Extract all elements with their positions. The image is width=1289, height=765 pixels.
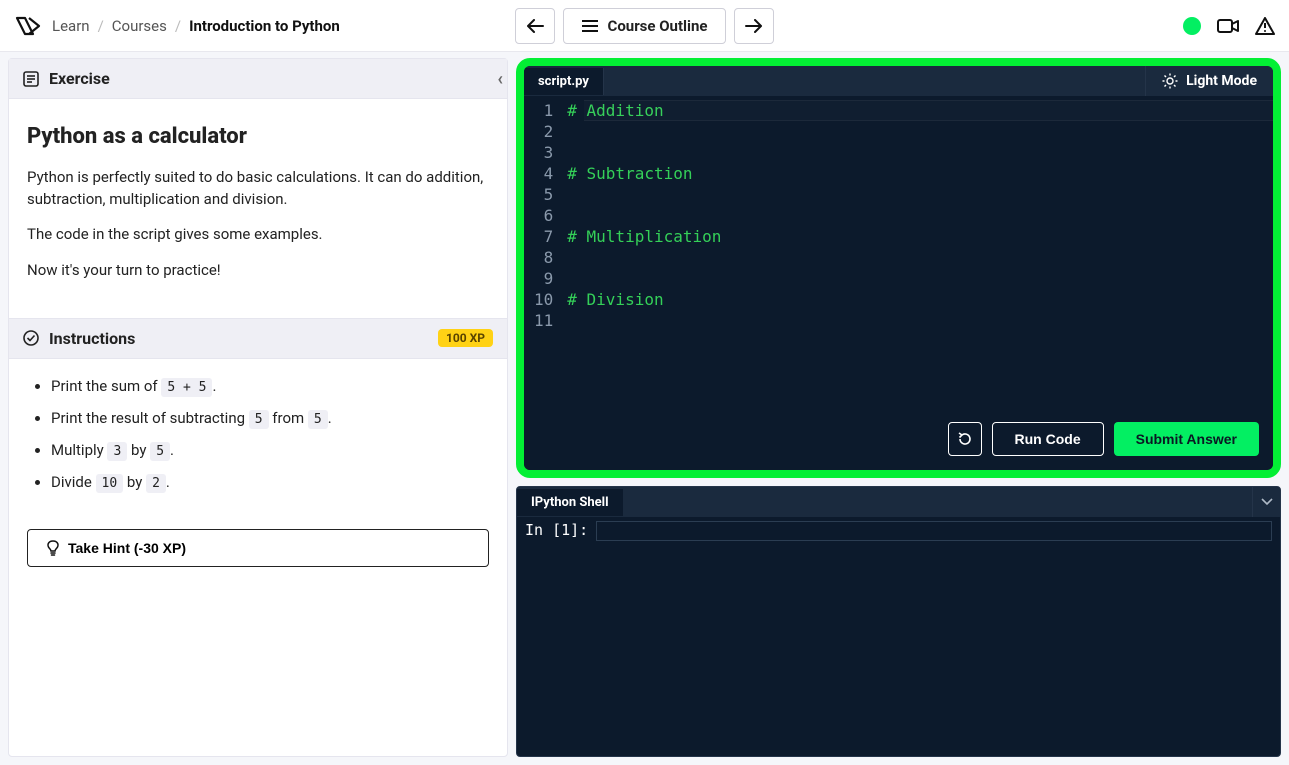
logo-icon[interactable] [14, 12, 42, 40]
exercise-header: Exercise ‹ [9, 59, 507, 99]
code-line[interactable]: # Multiplication [567, 226, 721, 247]
breadcrumb-learn[interactable]: Learn [52, 17, 90, 35]
line-number: 2 [534, 121, 553, 142]
exercise-title: Python as a calculator [27, 121, 489, 153]
line-number: 11 [534, 310, 553, 331]
code-line[interactable] [567, 142, 721, 163]
breadcrumb-sep: / [98, 17, 104, 35]
inline-code: 2 [146, 474, 166, 493]
exercise-icon [23, 71, 39, 87]
shell-collapse-icon[interactable] [1252, 487, 1280, 517]
prev-exercise-button[interactable] [515, 8, 555, 44]
line-number: 3 [534, 142, 553, 163]
code-line[interactable]: # Division [567, 289, 721, 310]
shell-input[interactable] [596, 521, 1272, 541]
left-panel: Exercise ‹ Python as a calculator Python… [8, 58, 508, 757]
hint-label: Take Hint (-30 XP) [68, 540, 186, 556]
collapse-left-icon[interactable]: ‹ [497, 68, 503, 89]
xp-badge: 100 XP [438, 329, 493, 347]
code-editor: script.py Light Mode 1234567891011 # Add… [516, 58, 1281, 478]
shell-tab-ipython[interactable]: IPython Shell [517, 489, 623, 516]
take-hint-button[interactable]: Take Hint (-30 XP) [27, 529, 489, 567]
next-exercise-button[interactable] [734, 8, 774, 44]
video-icon[interactable] [1217, 18, 1239, 34]
line-number: 1 [534, 100, 553, 121]
check-circle-icon [23, 330, 39, 346]
inline-code: 5 [249, 410, 269, 429]
topbar: Learn / Courses / Introduction to Python… [0, 0, 1289, 52]
connection-status-icon [1183, 17, 1201, 35]
instruction-item: Multiply 3 by 5. [51, 441, 489, 459]
code-line[interactable]: # Subtraction [567, 163, 721, 184]
course-nav: Course Outline [515, 8, 775, 44]
inline-code: 5 + 5 [161, 378, 212, 397]
line-number: 6 [534, 205, 553, 226]
exercise-p3: Now it's your turn to practice! [27, 260, 489, 282]
line-number: 8 [534, 247, 553, 268]
inline-code: 10 [96, 474, 124, 493]
exercise-body: Python as a calculator Python is perfect… [9, 99, 507, 318]
menu-icon [582, 20, 598, 32]
course-outline-label: Course Outline [608, 17, 708, 35]
bulb-icon [46, 540, 60, 556]
instructions-header: Instructions 100 XP [9, 318, 507, 359]
exercise-p2: The code in the script gives some exampl… [27, 224, 489, 246]
shell-body[interactable]: In [1]: [517, 517, 1280, 756]
code-line[interactable] [567, 184, 721, 205]
inline-code: 5 [308, 410, 328, 429]
code-line[interactable] [567, 268, 721, 289]
breadcrumb-courses[interactable]: Courses [112, 17, 167, 35]
right-panel: script.py Light Mode 1234567891011 # Add… [516, 58, 1281, 757]
instruction-item: Divide 10 by 2. [51, 473, 489, 491]
submit-answer-button[interactable]: Submit Answer [1114, 422, 1259, 456]
code-line[interactable] [567, 310, 721, 331]
report-issue-icon[interactable] [1255, 17, 1275, 35]
instructions-label: Instructions [49, 329, 135, 348]
exercise-header-label: Exercise [49, 69, 110, 88]
line-number: 5 [534, 184, 553, 205]
breadcrumb-sep: / [175, 17, 181, 35]
editor-tab-scriptpy[interactable]: script.py [524, 68, 604, 95]
code-line[interactable] [567, 121, 721, 142]
shell-prompt: In [1]: [525, 521, 588, 752]
line-number: 9 [534, 268, 553, 289]
run-code-button[interactable]: Run Code [992, 422, 1104, 456]
inline-code: 5 [150, 442, 170, 461]
code-line[interactable] [567, 205, 721, 226]
instruction-item: Print the sum of 5 + 5. [51, 377, 489, 395]
inline-code: 3 [107, 442, 127, 461]
code-line[interactable] [567, 247, 721, 268]
light-mode-label: Light Mode [1186, 73, 1257, 89]
reset-icon [957, 431, 973, 447]
line-number: 4 [534, 163, 553, 184]
light-mode-toggle[interactable]: Light Mode [1145, 66, 1273, 96]
breadcrumb-current[interactable]: Introduction to Python [189, 17, 340, 35]
line-number: 7 [534, 226, 553, 247]
exercise-p1: Python is perfectly suited to do basic c… [27, 167, 489, 211]
instruction-item: Print the result of subtracting 5 from 5… [51, 409, 489, 427]
line-number: 10 [534, 289, 553, 310]
course-outline-button[interactable]: Course Outline [563, 8, 727, 44]
sun-icon [1162, 73, 1178, 89]
code-area[interactable]: 1234567891011 # Addition # Subtraction #… [524, 96, 1273, 422]
breadcrumb: Learn / Courses / Introduction to Python [52, 17, 340, 35]
line-gutter: 1234567891011 [524, 96, 567, 422]
shell-panel: IPython Shell In [1]: [516, 486, 1281, 757]
reset-code-button[interactable] [948, 422, 982, 456]
instructions-body: Print the sum of 5 + 5. Print the result … [9, 359, 507, 523]
